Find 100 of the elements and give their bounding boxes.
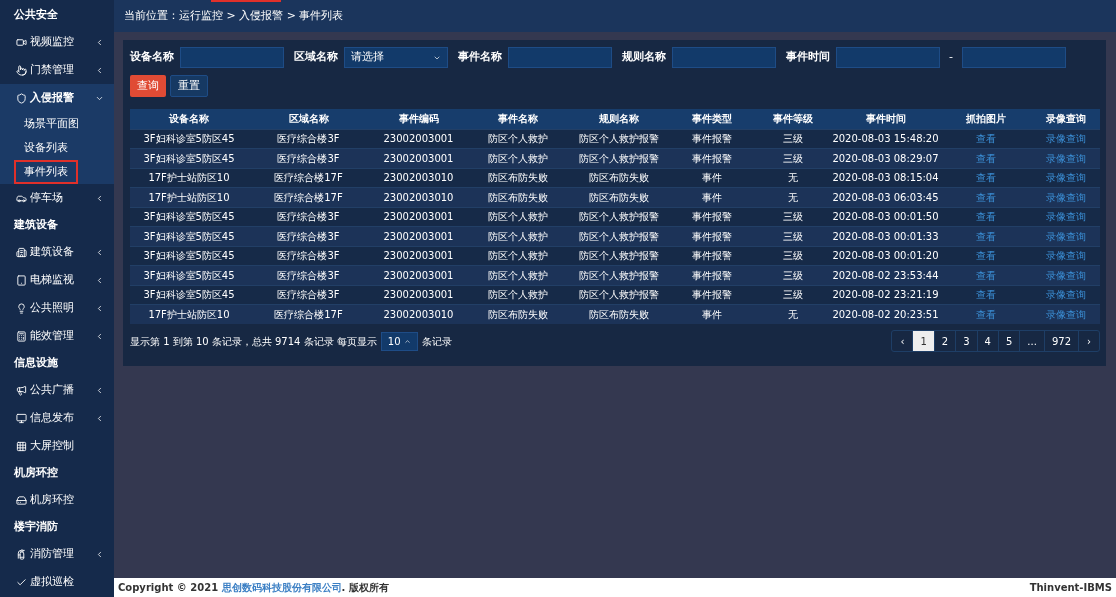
text-field[interactable] [180,47,284,68]
page-button[interactable]: 3 [956,331,978,351]
table-cell: 防区个人救护报警 [568,207,670,227]
table-cell: 事件报警 [670,246,753,266]
column-header: 区域名称 [248,109,369,129]
table-cell: 防区个人救护 [468,148,568,168]
sidebar-subitem[interactable]: 场景平面图 [14,111,89,137]
table-cell: 防区个人救护报警 [568,246,670,266]
table-link[interactable]: 录像查询 [1032,304,1100,324]
sidebar-item[interactable]: 公共广播 [0,376,114,404]
table-cell: 2020-08-03 08:29:07 [832,148,939,168]
table-link[interactable]: 查看 [939,285,1032,305]
table-link[interactable]: 录像查询 [1032,129,1100,149]
table-cell: 3F妇科诊室5防区45 [130,285,248,305]
page-button[interactable]: 5 [999,331,1021,351]
table-cell: 3F妇科诊室5防区45 [130,265,248,285]
filter-label: 事件时间 [786,49,830,66]
chevron-left-icon [95,549,104,559]
table-cell: 2020-08-03 15:48:20 [832,129,939,149]
sidebar-subitem[interactable]: 设备列表 [14,135,78,161]
end-time-field[interactable] [962,47,1066,68]
search-button[interactable]: 查询 [130,75,166,97]
page-button[interactable]: ... [1020,331,1045,351]
page-button[interactable]: 972 [1044,331,1079,351]
sidebar-item[interactable]: 门禁管理 [0,56,114,84]
table-cell: 3F妇科诊室5防区45 [130,129,248,149]
sidebar-subitem[interactable]: 事件列表 [14,159,78,185]
table-cell: 医疗综合楼17F [248,187,369,207]
sidebar-item[interactable]: 停车场 [0,184,114,212]
table-link[interactable]: 查看 [939,168,1032,188]
company-link[interactable]: 思创数码科技股份有限公司 [221,582,342,593]
table-cell: 无 [753,187,832,207]
table-cell: 2020-08-03 06:03:45 [832,187,939,207]
table-cell: 2020-08-03 08:15:04 [832,168,939,188]
table-cell: 防区个人救护 [468,226,568,246]
sidebar-item[interactable]: 能效管理 [0,322,114,350]
table-link[interactable]: 录像查询 [1032,265,1100,285]
table-cell: 23002003010 [369,168,468,188]
table-cell: 医疗综合楼17F [248,304,369,324]
breadcrumb: 当前位置：运行监控 > 入侵报警 > 事件列表 [124,7,344,24]
reset-button[interactable]: 重置 [170,75,208,97]
table-cell: 23002003001 [369,207,468,227]
column-header: 事件时间 [832,109,939,129]
table-cell: 3F妇科诊室5防区45 [130,207,248,227]
table-cell: 三级 [753,129,832,149]
sidebar-item[interactable]: 公共照明 [0,294,114,322]
table-cell: 医疗综合楼3F [248,226,369,246]
table-link[interactable]: 查看 [939,246,1032,266]
table-link[interactable]: 录像查询 [1032,207,1100,227]
next-page-button[interactable]: › [1079,331,1099,351]
chevron-left-icon [95,275,104,285]
page-size-select[interactable]: 10 [380,331,418,351]
filter-label: 事件名称 [458,49,502,66]
table-cell: 3F妇科诊室5防区45 [130,246,248,266]
table-cell: 防区个人救护 [468,129,568,149]
select-field[interactable]: 请选择 [344,47,448,68]
table-link[interactable]: 录像查询 [1032,226,1100,246]
table-link[interactable]: 查看 [939,129,1032,149]
table-link[interactable]: 查看 [939,207,1032,227]
sidebar-item[interactable]: 电梯监视 [0,266,114,294]
sidebar-item[interactable]: 大屏控制 [0,432,114,460]
table-cell: 无 [753,168,832,188]
column-header: 规则名称 [568,109,670,129]
column-header: 事件名称 [468,109,568,129]
start-time-field[interactable] [836,47,940,68]
table-cell: 医疗综合楼17F [248,168,369,188]
table-cell: 三级 [753,265,832,285]
hard-drive-icon [16,494,27,506]
table-link[interactable]: 录像查询 [1032,285,1100,305]
table-cell: 23002003010 [369,304,468,324]
table-link[interactable]: 查看 [939,187,1032,207]
chevron-left-icon [95,193,104,203]
sidebar-item[interactable]: 入侵报警 [0,84,114,112]
table-cell: 防区布防失败 [568,168,670,188]
sidebar-item[interactable]: 视频监控 [0,28,114,56]
table-link[interactable]: 查看 [939,304,1032,324]
table-link[interactable]: 录像查询 [1032,168,1100,188]
column-header: 抓拍图片 [939,109,1032,129]
table-link[interactable]: 查看 [939,226,1032,246]
page-button[interactable]: 2 [934,331,957,351]
table-link[interactable]: 录像查询 [1032,148,1100,168]
table-cell: 医疗综合楼3F [248,148,369,168]
text-field[interactable] [508,47,612,68]
sidebar-item[interactable]: 机房环控 [0,486,114,514]
page-button[interactable]: 4 [977,331,999,351]
sidebar-item[interactable]: 信息发布 [0,404,114,432]
table-cell: 事件 [670,168,753,188]
text-field[interactable] [672,47,776,68]
table-link[interactable]: 查看 [939,148,1032,168]
lightbulb-icon [16,302,27,314]
table-cell: 防区个人救护报警 [568,148,670,168]
video-camera-icon [16,36,27,48]
table-link[interactable]: 查看 [939,265,1032,285]
chevron-left-icon [95,331,104,341]
sidebar-item[interactable]: 建筑设备 [0,238,114,266]
table-link[interactable]: 录像查询 [1032,187,1100,207]
sidebar-item[interactable]: 消防管理 [0,540,114,568]
page-button[interactable]: 1 [913,331,935,351]
table-link[interactable]: 录像查询 [1032,246,1100,266]
sidebar-item[interactable]: 虚拟巡检 [0,568,114,596]
